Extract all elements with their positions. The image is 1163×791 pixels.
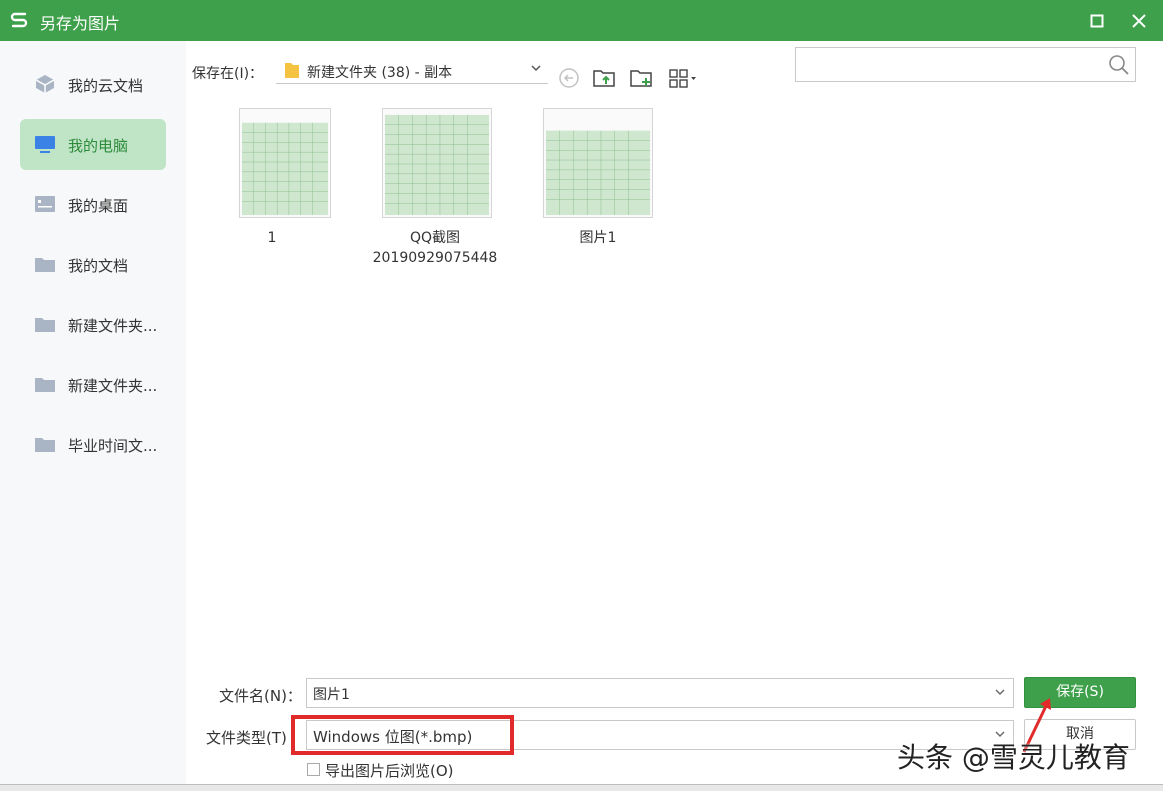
- title-bar: 另存为图片: [0, 0, 1163, 41]
- bottom-strip: [0, 784, 1163, 791]
- sidebar-item-cloud-docs[interactable]: 我的云文档: [20, 59, 166, 110]
- file-item-1[interactable]: 1: [197, 104, 347, 274]
- highlight-annotation: [291, 715, 514, 755]
- sidebar-item-label: 毕业时间文...: [68, 437, 158, 455]
- back-button[interactable]: [556, 65, 582, 91]
- folder-up-icon: [593, 70, 615, 87]
- filename-label: 文件名(N)：: [219, 687, 302, 705]
- file-item-qq-screenshot[interactable]: QQ截图 20190929075448: [360, 104, 510, 274]
- preview-checkbox-label: 导出图片后浏览(O): [325, 762, 454, 780]
- folder-icon: [35, 378, 55, 392]
- search-box[interactable]: [795, 47, 1136, 82]
- window-title: 另存为图片: [40, 14, 121, 33]
- file-item-picture1[interactable]: 图片1: [523, 104, 673, 274]
- chevron-down-icon: [995, 689, 1005, 695]
- maximize-button[interactable]: [1082, 6, 1112, 36]
- sidebar-item-my-computer[interactable]: 我的电脑: [20, 119, 166, 170]
- back-icon: [559, 68, 579, 88]
- search-icon[interactable]: [1108, 54, 1130, 76]
- folder-icon: [35, 318, 55, 332]
- search-input[interactable]: [800, 52, 1100, 77]
- folder-icon: [285, 63, 299, 78]
- spreadsheet-thumbnail: [543, 108, 653, 218]
- view-mode-button[interactable]: [666, 65, 700, 91]
- sidebar-item-new-folder-2[interactable]: 新建文件夹...: [20, 359, 166, 410]
- sidebar: 我的云文档 我的电脑 我的桌面 我的文档 新建文件夹... 新建文件夹... 毕…: [0, 41, 186, 791]
- filetype-label: 文件类型(T): [206, 729, 287, 747]
- location-path: 新建文件夹 (38) - 副本: [307, 65, 453, 81]
- watermark: 头条 @雪灵儿教育: [897, 741, 1130, 774]
- sidebar-item-label: 我的桌面: [68, 197, 129, 215]
- desktop-icon: [35, 196, 55, 212]
- folder-icon: [35, 438, 55, 452]
- filename-value: 图片1: [313, 687, 350, 703]
- close-button[interactable]: [1124, 6, 1154, 36]
- new-folder-button[interactable]: [628, 65, 654, 91]
- sidebar-item-my-documents[interactable]: 我的文档: [20, 239, 166, 290]
- sidebar-item-label: 我的文档: [68, 257, 129, 275]
- up-folder-button[interactable]: [591, 65, 617, 91]
- spreadsheet-thumbnail: [239, 108, 331, 218]
- save-in-label: 保存在(I)：: [192, 66, 264, 82]
- sidebar-item-new-folder-1[interactable]: 新建文件夹...: [20, 299, 166, 350]
- new-folder-icon: [630, 70, 652, 87]
- sidebar-item-graduation[interactable]: 毕业时间文...: [20, 419, 166, 470]
- wps-logo-icon: [10, 12, 28, 28]
- sidebar-item-label: 新建文件夹...: [68, 377, 158, 395]
- folder-icon: [35, 258, 55, 272]
- file-name: 图片1: [579, 230, 617, 246]
- filename-field[interactable]: 图片1: [306, 678, 1014, 708]
- sidebar-item-label: 我的电脑: [68, 137, 129, 155]
- sidebar-item-desktop[interactable]: 我的桌面: [20, 179, 166, 230]
- sidebar-item-label: 我的云文档: [68, 77, 144, 95]
- location-dropdown[interactable]: 新建文件夹 (38) - 副本: [276, 58, 548, 84]
- file-name: QQ截图 20190929075448: [372, 230, 498, 266]
- maximize-icon: [1090, 14, 1104, 28]
- preview-checkbox[interactable]: [307, 763, 320, 776]
- file-name: 1: [267, 230, 277, 246]
- spreadsheet-thumbnail: [382, 108, 492, 218]
- computer-icon: [35, 136, 55, 153]
- chevron-down-icon: [531, 65, 541, 72]
- grid-view-icon: [669, 69, 696, 88]
- close-icon: [1132, 14, 1146, 28]
- cloud-doc-icon: [35, 75, 55, 93]
- sidebar-item-label: 新建文件夹...: [68, 317, 158, 335]
